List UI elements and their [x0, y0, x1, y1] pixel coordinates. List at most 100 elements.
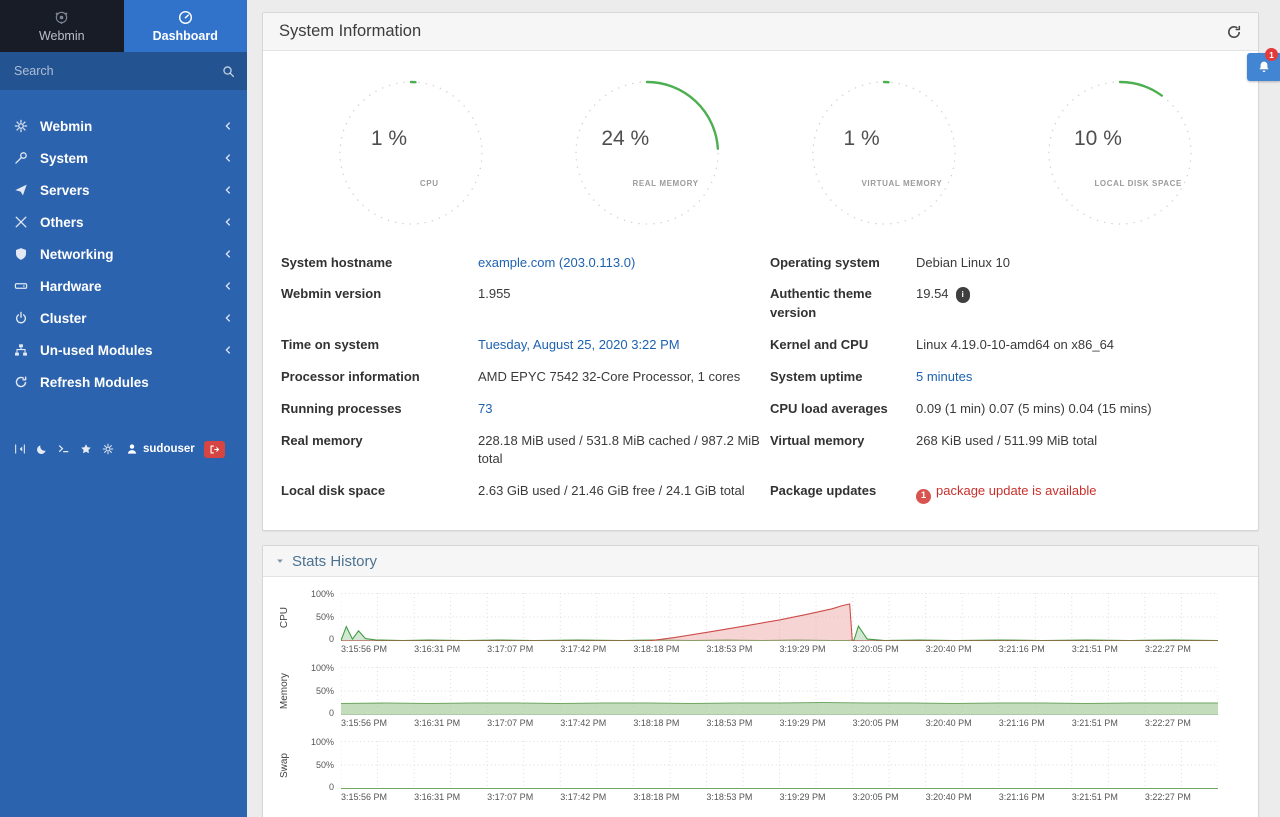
y-tick-label: 0	[329, 782, 334, 792]
chart-plot-area	[341, 667, 1218, 715]
page-title: System Information	[279, 22, 421, 41]
chevron-left-icon	[223, 281, 233, 291]
chart-x-axis: 3:15:56 PM3:16:31 PM3:17:07 PM3:17:42 PM…	[341, 718, 1218, 728]
gauge-value: 10 %	[1056, 127, 1140, 151]
sidebar-item-un-used-modules[interactable]: Un-used Modules	[0, 334, 247, 366]
info-value-processor-information: AMD EPYC 7542 32-Core Processor, 1 cores	[478, 361, 770, 393]
night-mode-icon[interactable]	[31, 440, 53, 458]
chart-y-axis: 100%50%0	[297, 593, 341, 641]
x-tick-label: 3:16:31 PM	[414, 792, 487, 802]
gauge-label: LOCAL DISK SPACE	[1090, 179, 1187, 188]
sitemap-icon	[14, 343, 30, 357]
x-tick-label: 3:18:53 PM	[706, 644, 779, 654]
gauge-value: 1 %	[347, 127, 431, 151]
sidebar-item-cluster[interactable]: Cluster	[0, 302, 247, 334]
info-label-virtual-memory: Virtual memory	[770, 425, 916, 457]
info-link-running-processes[interactable]: 73	[478, 401, 492, 416]
info-label-kernel-and-cpu: Kernel and CPU	[770, 330, 916, 362]
info-label-cpu-load-averages: CPU load averages	[770, 393, 916, 425]
x-tick-label: 3:20:05 PM	[853, 644, 926, 654]
info-value-kernel-and-cpu: Linux 4.19.0-10-amd64 on x86_64	[916, 330, 1240, 362]
info-value-authentic-theme-version: 19.54i	[916, 279, 1240, 311]
tab-webmin[interactable]: Webmin	[0, 0, 124, 52]
info-text-processor-information: AMD EPYC 7542 32-Core Processor, 1 cores	[478, 369, 740, 384]
sidebar-item-label: Others	[40, 215, 84, 230]
info-link-time-on-system[interactable]: Tuesday, August 25, 2020 3:22 PM	[478, 337, 680, 352]
refresh-icon	[14, 375, 30, 389]
sidebar-item-label: Cluster	[40, 311, 87, 326]
x-tick-label: 3:20:40 PM	[926, 644, 999, 654]
sidebar-item-system[interactable]: System	[0, 142, 247, 174]
sidebar: Webmin Dashboard WebminSystemServersOthe…	[0, 0, 247, 817]
chevron-left-icon	[223, 313, 233, 323]
info-value-operating-system: Debian Linux 10	[916, 247, 1240, 279]
chart-x-axis: 3:15:56 PM3:16:31 PM3:17:07 PM3:17:42 PM…	[341, 792, 1218, 802]
info-text-kernel-and-cpu: Linux 4.19.0-10-amd64 on x86_64	[916, 337, 1114, 352]
terminal-icon[interactable]	[53, 440, 75, 458]
caret-down-icon	[275, 556, 285, 566]
info-link-package-updates[interactable]: package update is available	[936, 483, 1096, 498]
sidebar-item-label: Hardware	[40, 279, 102, 294]
x-tick-label: 3:18:18 PM	[633, 792, 706, 802]
stats-chart-memory: Memory 100%50%03:15:56 PM3:16:31 PM3:17:0…	[271, 667, 1218, 728]
x-tick-label: 3:17:07 PM	[487, 718, 560, 728]
x-tick-label: 3:16:31 PM	[414, 644, 487, 654]
x-tick-label: 3:21:51 PM	[1072, 644, 1145, 654]
chevron-left-icon	[223, 153, 233, 163]
info-label-running-processes: Running processes	[281, 393, 478, 425]
sidebar-item-webmin[interactable]: Webmin	[0, 110, 247, 142]
info-label-operating-system: Operating system	[770, 247, 916, 279]
package-updates-count-badge: 1	[916, 489, 931, 504]
system-information-panel: System Information 1 %CPU24 %REAL MEMORY…	[262, 12, 1259, 531]
info-link-system-uptime[interactable]: 5 minutes	[916, 369, 972, 384]
collapse-sidebar-icon[interactable]	[9, 440, 31, 458]
chart-ylabel: CPU	[279, 607, 290, 628]
sidebar-item-networking[interactable]: Networking	[0, 238, 247, 270]
chart-ylabel: Memory	[279, 673, 290, 709]
x-tick-label: 3:15:56 PM	[341, 792, 414, 802]
x-tick-label: 3:17:42 PM	[560, 644, 633, 654]
options-icon[interactable]	[97, 440, 119, 458]
refresh-button[interactable]	[1226, 24, 1242, 40]
info-value-cpu-load-averages: 0.09 (1 min) 0.07 (5 mins) 0.04 (15 mins…	[916, 393, 1240, 425]
x-tick-label: 3:20:40 PM	[926, 792, 999, 802]
x-tick-label: 3:18:53 PM	[706, 792, 779, 802]
x-tick-label: 3:21:16 PM	[999, 644, 1072, 654]
y-tick-label: 50%	[316, 760, 334, 770]
sidebar-item-hardware[interactable]: Hardware	[0, 270, 247, 302]
info-value-system-hostname: example.com (203.0.113.0)	[478, 247, 770, 279]
chart-ylabel: Swap	[279, 753, 290, 778]
sign-out-button[interactable]	[204, 441, 225, 458]
info-link-system-hostname[interactable]: example.com (203.0.113.0)	[478, 255, 635, 270]
system-information-header: System Information	[263, 13, 1258, 51]
tab-dashboard-label: Dashboard	[153, 29, 218, 43]
sidebar-item-label: Refresh Modules	[40, 375, 149, 390]
favorites-icon[interactable]	[75, 440, 97, 458]
chart-y-axis: 100%50%0	[297, 667, 341, 715]
theme-version-info-badge[interactable]: i	[956, 287, 970, 302]
sidebar-item-label: Servers	[40, 183, 90, 198]
x-tick-label: 3:15:56 PM	[341, 718, 414, 728]
x-tick-label: 3:18:18 PM	[633, 644, 706, 654]
tab-dashboard[interactable]: Dashboard	[124, 0, 248, 52]
dashboard-icon	[178, 10, 193, 25]
info-value-package-updates: 1 package update is available	[916, 476, 1240, 510]
wrench-icon	[14, 151, 30, 165]
sidebar-item-others[interactable]: Others	[0, 206, 247, 238]
search-input[interactable]	[0, 64, 247, 78]
x-tick-label: 3:17:42 PM	[560, 792, 633, 802]
stats-history-toggle[interactable]: Stats History	[263, 546, 1258, 577]
sidebar-item-refresh-modules[interactable]: Refresh Modules	[0, 366, 247, 398]
info-label-webmin-version: Webmin version	[281, 279, 478, 311]
info-value-real-memory: 228.18 MiB used / 531.8 MiB cached / 987…	[478, 425, 770, 476]
info-text-operating-system: Debian Linux 10	[916, 255, 1010, 270]
y-tick-label: 100%	[311, 663, 334, 673]
gauge-value: 1 %	[820, 127, 904, 151]
sidebar-item-servers[interactable]: Servers	[0, 174, 247, 206]
notifications-button[interactable]: 1	[1247, 53, 1280, 81]
y-tick-label: 100%	[311, 589, 334, 599]
x-tick-label: 3:19:29 PM	[779, 644, 852, 654]
user-menu[interactable]: sudouser	[126, 443, 195, 455]
search-icon[interactable]	[222, 65, 235, 78]
y-tick-label: 0	[329, 708, 334, 718]
